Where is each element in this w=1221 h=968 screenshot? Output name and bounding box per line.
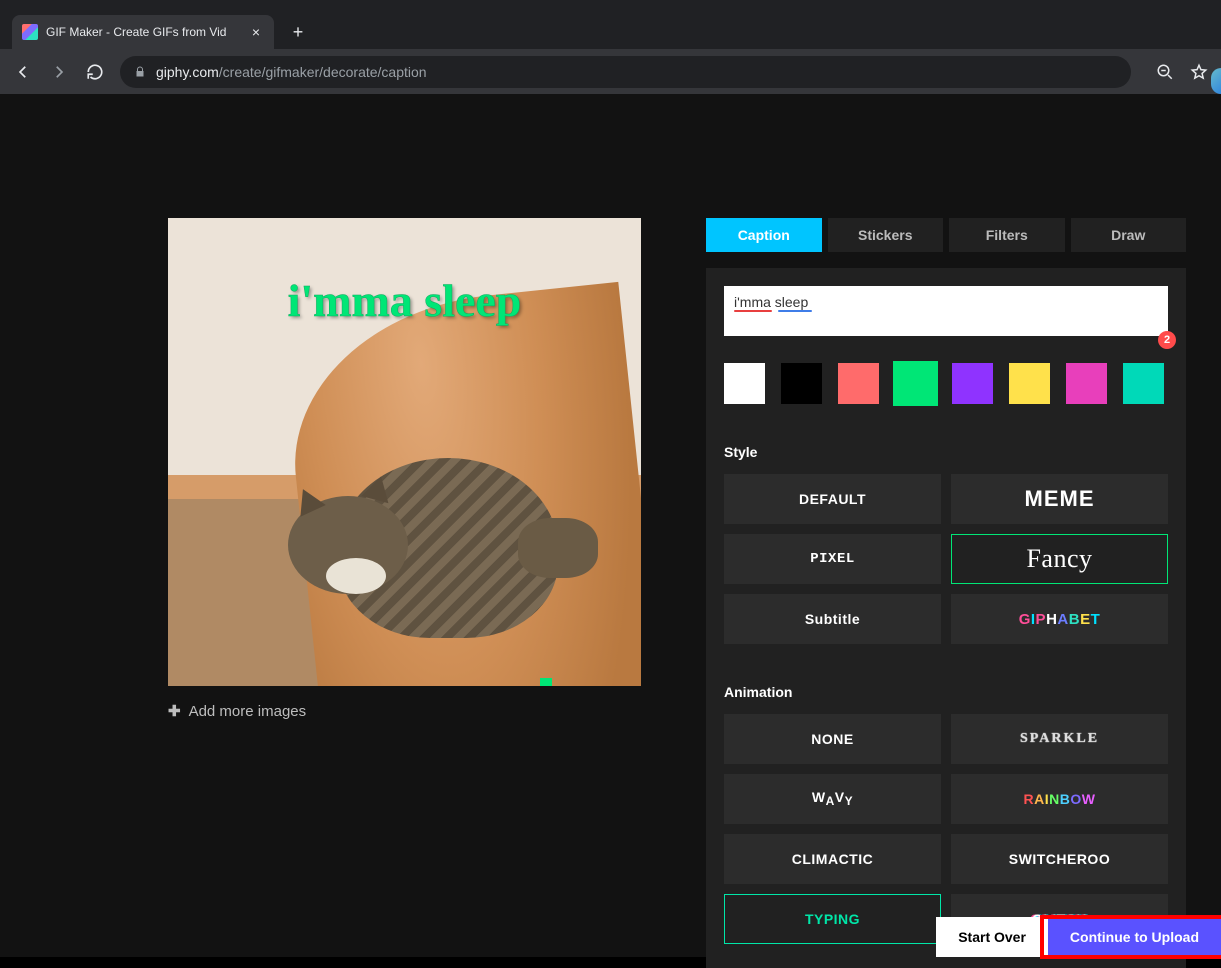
- color-green[interactable]: [895, 363, 936, 404]
- color-yellow[interactable]: [1009, 363, 1050, 404]
- caption-overlay[interactable]: i'mma sleep: [168, 274, 641, 327]
- animation-typing[interactable]: TYPING: [724, 894, 941, 944]
- forward-button[interactable]: [48, 61, 70, 83]
- animation-switcheroo[interactable]: SWITCHEROO: [951, 834, 1168, 884]
- animation-climactic[interactable]: CLIMACTIC: [724, 834, 941, 884]
- timeline-marker: [540, 678, 552, 686]
- zoom-icon[interactable]: [1155, 63, 1175, 81]
- style-label: Style: [724, 444, 1168, 460]
- tab-stickers[interactable]: Stickers: [828, 218, 944, 252]
- color-teal[interactable]: [1123, 363, 1164, 404]
- color-purple[interactable]: [952, 363, 993, 404]
- color-black[interactable]: [781, 363, 822, 404]
- page-content: i'mma sleep ✚ Add more images Caption St…: [0, 94, 1221, 957]
- animation-none[interactable]: NONE: [724, 714, 941, 764]
- reload-button[interactable]: [84, 61, 106, 83]
- animation-sparkle[interactable]: SPARKLE: [951, 714, 1168, 764]
- close-icon[interactable]: ×: [248, 24, 264, 40]
- add-more-label: Add more images: [189, 703, 307, 720]
- color-coral[interactable]: [838, 363, 879, 404]
- browser-tab[interactable]: GIF Maker - Create GIFs from Vid ×: [12, 15, 274, 49]
- tab-filters[interactable]: Filters: [949, 218, 1065, 252]
- address-bar[interactable]: giphy.com/create/gifmaker/decorate/capti…: [120, 56, 1131, 88]
- style-options: DEFAULT MEME PIXEL Fancy Subtitle GIPHAB…: [724, 474, 1168, 644]
- animation-wavy[interactable]: WAVY: [724, 774, 941, 824]
- plus-icon: ✚: [168, 702, 181, 720]
- favicon-icon: [22, 24, 38, 40]
- style-meme[interactable]: MEME: [951, 474, 1168, 524]
- url-text: giphy.com/create/gifmaker/decorate/capti…: [156, 64, 427, 80]
- add-more-images-button[interactable]: ✚ Add more images: [168, 702, 644, 720]
- style-pixel[interactable]: PIXEL: [724, 534, 941, 584]
- browser-toolbar: giphy.com/create/gifmaker/decorate/capti…: [0, 49, 1221, 94]
- editor-tabs: Caption Stickers Filters Draw: [706, 218, 1186, 252]
- start-over-button[interactable]: Start Over: [936, 917, 1048, 957]
- footer-actions: Start Over Continue to Upload: [936, 917, 1221, 957]
- animation-rainbow[interactable]: RAINBOW: [951, 774, 1168, 824]
- new-tab-button[interactable]: +: [284, 18, 312, 46]
- animation-options: NONE SPARKLE WAVY RAINBOW CLIMACTIC SWIT…: [724, 714, 1168, 944]
- grammar-badge[interactable]: 2: [1158, 331, 1176, 349]
- tab-caption[interactable]: Caption: [706, 218, 822, 252]
- star-icon[interactable]: [1189, 63, 1209, 81]
- tab-draw[interactable]: Draw: [1071, 218, 1187, 252]
- style-default[interactable]: DEFAULT: [724, 474, 941, 524]
- back-button[interactable]: [12, 61, 34, 83]
- color-magenta[interactable]: [1066, 363, 1107, 404]
- spellcheck-underline: [734, 310, 812, 312]
- tab-title: GIF Maker - Create GIFs from Vid: [46, 25, 240, 39]
- color-swatches: [724, 363, 1168, 404]
- gif-preview[interactable]: i'mma sleep: [168, 218, 641, 686]
- style-giphabet[interactable]: GIPHABET: [951, 594, 1168, 644]
- profile-avatar[interactable]: [1211, 68, 1221, 94]
- color-white[interactable]: [724, 363, 765, 404]
- lock-icon: [134, 66, 146, 78]
- animation-label: Animation: [724, 684, 1168, 700]
- style-fancy[interactable]: Fancy: [951, 534, 1168, 584]
- style-subtitle[interactable]: Subtitle: [724, 594, 941, 644]
- browser-tab-strip: GIF Maker - Create GIFs from Vid × +: [0, 0, 1221, 49]
- continue-upload-button[interactable]: Continue to Upload: [1048, 917, 1221, 957]
